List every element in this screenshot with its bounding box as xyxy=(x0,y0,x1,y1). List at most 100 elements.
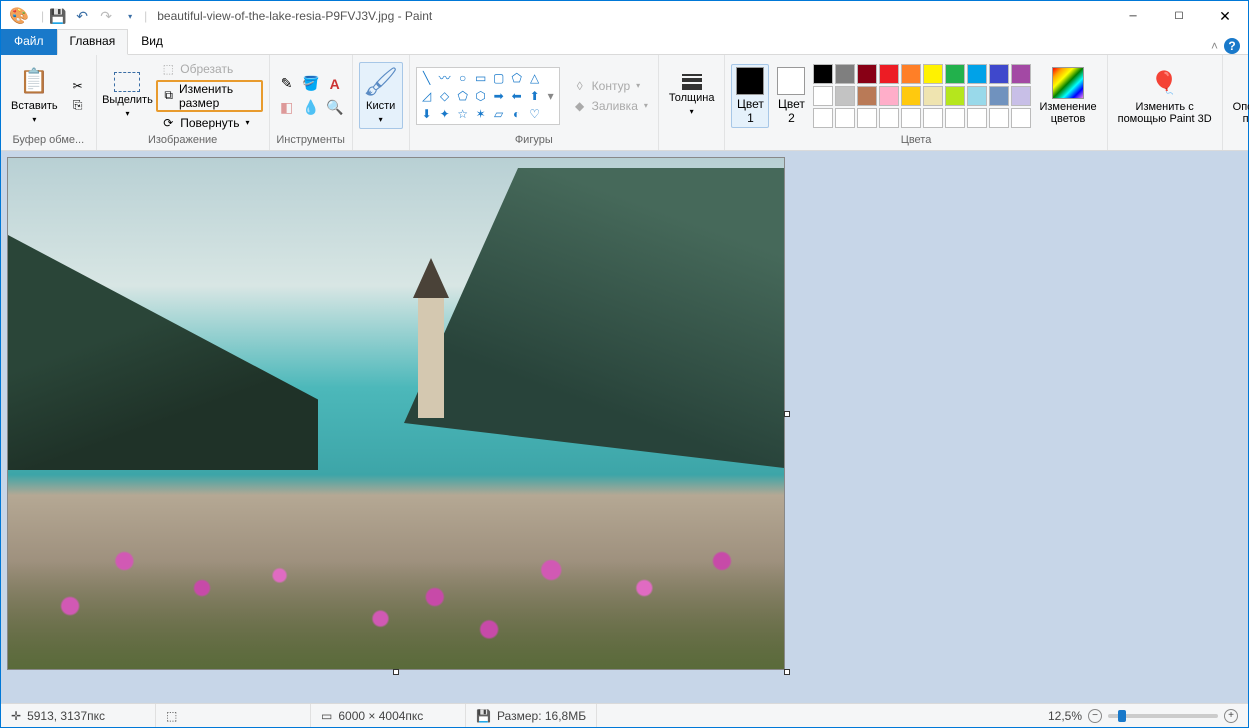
shape-star4[interactable]: ✦ xyxy=(437,106,453,122)
palette-swatch[interactable] xyxy=(989,86,1009,106)
canvas[interactable] xyxy=(7,157,785,670)
ribbon: 📋 Вставить ▾ ✂ ⎘ Буфер обме... Выделить … xyxy=(1,55,1248,151)
palette-swatch[interactable] xyxy=(879,86,899,106)
palette-swatch[interactable] xyxy=(835,108,855,128)
picker-tool[interactable]: 💧 xyxy=(300,97,322,119)
tab-view[interactable]: Вид xyxy=(128,29,176,55)
zoom-in-button[interactable]: + xyxy=(1224,709,1238,723)
edit-colors-button[interactable]: Изменение цветов xyxy=(1035,65,1100,127)
help-icon[interactable]: ? xyxy=(1224,38,1240,54)
palette-swatch[interactable] xyxy=(923,64,943,84)
palette-swatch[interactable] xyxy=(879,64,899,84)
palette-swatch[interactable] xyxy=(835,86,855,106)
resize-button[interactable]: ⧉Изменить размер xyxy=(156,80,262,112)
palette-swatch[interactable] xyxy=(945,108,965,128)
bucket-tool[interactable]: 🪣 xyxy=(300,73,322,95)
shape-oval[interactable]: ○ xyxy=(455,70,471,86)
crop-button[interactable]: ⬚Обрезать xyxy=(156,60,262,78)
palette-swatch[interactable] xyxy=(813,64,833,84)
shape-rect[interactable]: ▭ xyxy=(473,70,489,86)
palette-swatch[interactable] xyxy=(857,108,877,128)
palette-swatch[interactable] xyxy=(989,64,1009,84)
palette-swatch[interactable] xyxy=(945,64,965,84)
palette-swatch[interactable] xyxy=(967,86,987,106)
shape-polygon[interactable]: ⬠ xyxy=(509,70,525,86)
shape-callout[interactable]: ▱ xyxy=(491,106,507,122)
shapes-gallery[interactable]: ╲〰○▭▢⬠△ ◿◇⬠⬡➡⬅⬆ ⬇✦☆✶▱◐♡ ▾ xyxy=(416,67,560,125)
palette-swatch[interactable] xyxy=(813,86,833,106)
palette-swatch[interactable] xyxy=(1011,108,1031,128)
palette-swatch[interactable] xyxy=(901,108,921,128)
copy-button[interactable]: ⎘ xyxy=(66,97,90,115)
shape-arrow-l[interactable]: ⬅ xyxy=(509,88,525,104)
qat-dropdown-icon[interactable]: ▾ xyxy=(120,6,140,26)
palette-swatch[interactable] xyxy=(989,108,1009,128)
shape-roundrect[interactable]: ▢ xyxy=(491,70,507,86)
shape-arrow-d[interactable]: ⬇ xyxy=(419,106,435,122)
palette-swatch[interactable] xyxy=(857,86,877,106)
canvas-area[interactable] xyxy=(1,151,1248,703)
fill-button[interactable]: ◆Заливка▾ xyxy=(568,97,652,115)
eraser-tool[interactable]: ◧ xyxy=(276,97,298,119)
palette-swatch[interactable] xyxy=(813,108,833,128)
zoom-tool[interactable]: 🔍 xyxy=(324,97,346,119)
shape-hexagon[interactable]: ⬡ xyxy=(473,88,489,104)
shape-curve[interactable]: 〰 xyxy=(437,70,453,86)
shape-right-triangle[interactable]: ◿ xyxy=(419,88,435,104)
zoom-out-button[interactable]: − xyxy=(1088,709,1102,723)
rotate-button[interactable]: ⟳Повернуть▾ xyxy=(156,114,262,132)
color1-button[interactable]: Цвет 1 xyxy=(731,64,769,128)
group-tools: ✎ 🪣 A ◧ 💧 🔍 Инструменты xyxy=(270,55,353,150)
paint3d-button[interactable]: 🎈 Изменить с помощью Paint 3D xyxy=(1114,65,1216,127)
palette-swatch[interactable] xyxy=(835,64,855,84)
outline-icon: ◊ xyxy=(572,78,588,94)
shape-heart[interactable]: ♡ xyxy=(527,106,543,122)
shape-line[interactable]: ╲ xyxy=(419,70,435,86)
tab-home[interactable]: Главная xyxy=(57,29,129,55)
shape-diamond[interactable]: ◇ xyxy=(437,88,453,104)
zoom-thumb[interactable] xyxy=(1118,710,1126,722)
size-button[interactable]: Толщина ▾ xyxy=(665,72,719,120)
shape-triangle[interactable]: △ xyxy=(527,70,543,86)
color2-button[interactable]: Цвет 2 xyxy=(773,65,809,127)
maximize-button[interactable]: ☐ xyxy=(1156,1,1202,31)
chevron-down-icon[interactable]: ▾ xyxy=(545,89,557,103)
palette-swatch[interactable] xyxy=(967,64,987,84)
palette-swatch[interactable] xyxy=(1011,64,1031,84)
collapse-ribbon-icon[interactable]: ˄ xyxy=(1211,39,1218,53)
outline-button[interactable]: ◊Контур▾ xyxy=(568,77,652,95)
palette-swatch[interactable] xyxy=(901,86,921,106)
shape-arrow-u[interactable]: ⬆ xyxy=(527,88,543,104)
palette-swatch[interactable] xyxy=(901,64,921,84)
brushes-button[interactable]: 🖌 Кисти ▾ xyxy=(359,62,403,129)
resize-handle-se[interactable] xyxy=(784,669,790,675)
minimize-button[interactable]: ─ xyxy=(1110,1,1156,31)
palette-swatch[interactable] xyxy=(857,64,877,84)
resize-handle-e[interactable] xyxy=(784,411,790,417)
tab-file[interactable]: Файл xyxy=(1,29,57,55)
shape-pentagon[interactable]: ⬠ xyxy=(455,88,471,104)
redo-icon[interactable]: ↷ xyxy=(96,6,116,26)
close-button[interactable]: ✕ xyxy=(1202,1,1248,31)
shape-star5[interactable]: ☆ xyxy=(455,106,471,122)
cut-button[interactable]: ✂ xyxy=(66,77,90,95)
shape-callout2[interactable]: ◐ xyxy=(509,106,525,122)
palette-swatch[interactable] xyxy=(923,108,943,128)
palette-swatch[interactable] xyxy=(879,108,899,128)
group-paint3d: 🎈 Изменить с помощью Paint 3D xyxy=(1108,55,1223,150)
shape-star6[interactable]: ✶ xyxy=(473,106,489,122)
paste-button[interactable]: 📋 Вставить ▾ xyxy=(7,64,62,128)
pencil-tool[interactable]: ✎ xyxy=(276,73,298,95)
product-alert-button[interactable]: i Оповещение продукта xyxy=(1229,65,1249,127)
zoom-slider[interactable] xyxy=(1108,714,1218,718)
text-tool[interactable]: A xyxy=(324,73,346,95)
save-icon[interactable]: 💾 xyxy=(48,6,68,26)
select-button[interactable]: Выделить ▾ xyxy=(103,70,153,122)
palette-swatch[interactable] xyxy=(945,86,965,106)
shape-arrow-r[interactable]: ➡ xyxy=(491,88,507,104)
palette-swatch[interactable] xyxy=(923,86,943,106)
palette-swatch[interactable] xyxy=(967,108,987,128)
undo-icon[interactable]: ↶ xyxy=(72,6,92,26)
palette-swatch[interactable] xyxy=(1011,86,1031,106)
resize-handle-s[interactable] xyxy=(393,669,399,675)
